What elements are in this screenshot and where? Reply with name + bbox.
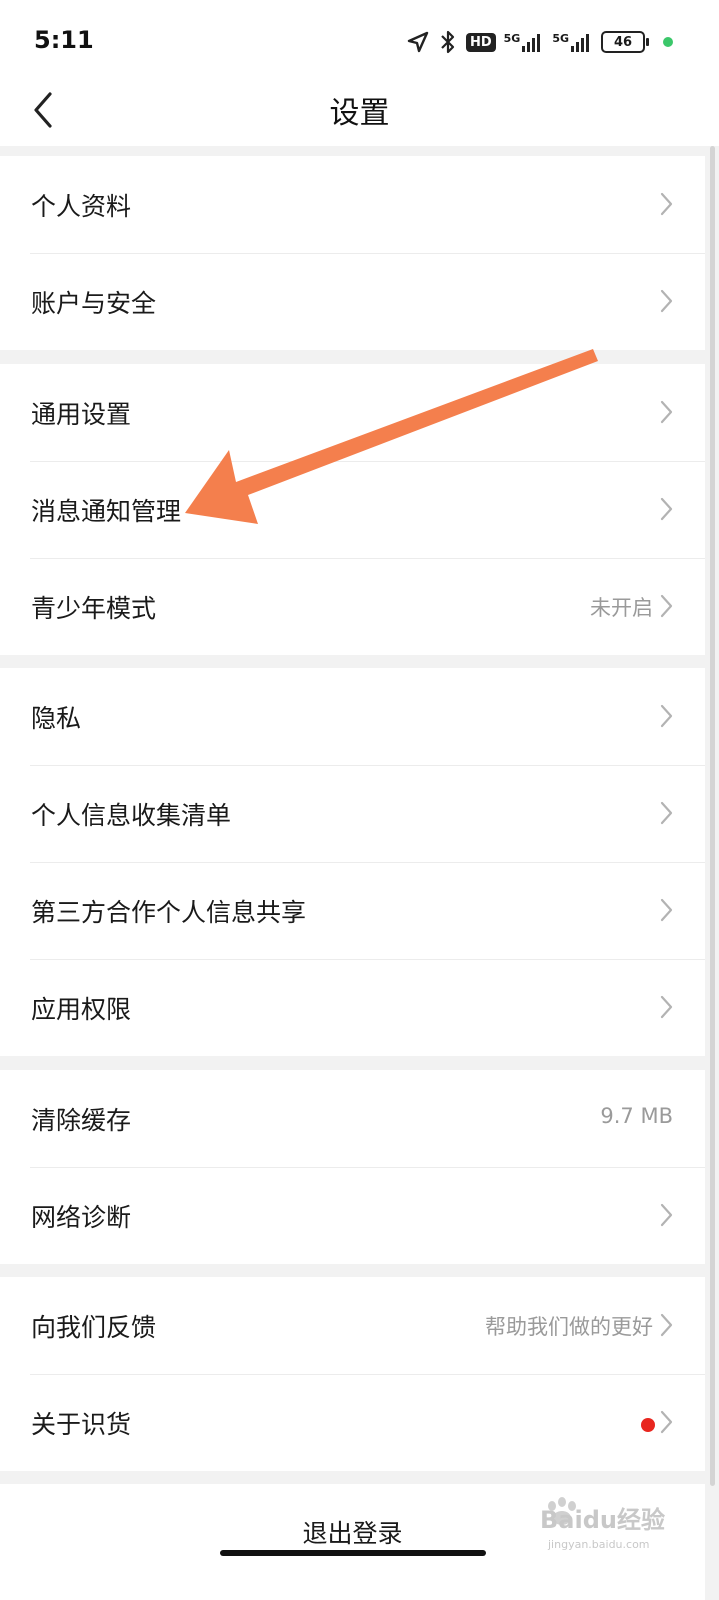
settings-row-teen-mode[interactable]: 青少年模式 未开启 bbox=[0, 558, 705, 655]
chevron-right-icon bbox=[660, 995, 673, 1019]
chevron-right-icon bbox=[660, 898, 673, 922]
settings-row-third-party-sharing[interactable]: 第三方合作个人信息共享 bbox=[0, 862, 705, 959]
page-title: 设置 bbox=[329, 96, 390, 131]
chevron-right-icon bbox=[660, 801, 673, 825]
status-bar: 5:11 HD 5G 5G 46 bbox=[0, 0, 719, 80]
row-label: 第三方合作个人信息共享 bbox=[31, 898, 307, 927]
settings-section-cache: 清除缓存 9.7 MB 网络诊断 bbox=[0, 1070, 705, 1264]
chevron-right-icon bbox=[660, 192, 673, 216]
nav-bar: 设置 bbox=[0, 80, 719, 146]
settings-section-general: 通用设置 消息通知管理 青少年模式 未开启 bbox=[0, 364, 705, 655]
row-label: 消息通知管理 bbox=[31, 497, 182, 526]
status-time: 5:11 bbox=[34, 26, 94, 54]
bluetooth-icon bbox=[441, 30, 455, 54]
feedback-hint: 帮助我们做的更好 bbox=[485, 1315, 653, 1339]
settings-row-notifications[interactable]: 消息通知管理 bbox=[0, 461, 705, 558]
cache-size: 9.7 MB bbox=[600, 1104, 673, 1128]
settings-section-profile: 个人资料 账户与安全 bbox=[0, 156, 705, 350]
settings-row-personal-info-list[interactable]: 个人信息收集清单 bbox=[0, 765, 705, 862]
battery-icon: 46 bbox=[601, 31, 649, 53]
scrollbar[interactable] bbox=[710, 146, 715, 1486]
row-label: 隐私 bbox=[31, 704, 82, 733]
settings-row-feedback[interactable]: 向我们反馈 帮助我们做的更好 bbox=[0, 1277, 705, 1374]
privacy-indicator-dot bbox=[663, 37, 673, 47]
signal-5g-icon: 5G bbox=[504, 32, 545, 52]
row-label: 关于识货 bbox=[31, 1410, 132, 1439]
row-label: 通用设置 bbox=[31, 400, 132, 429]
hd-voice-icon: HD bbox=[465, 32, 496, 52]
settings-row-about[interactable]: 关于识货 bbox=[0, 1374, 705, 1471]
location-arrow-icon bbox=[407, 31, 429, 53]
watermark-text: Baidu经验 bbox=[540, 1506, 665, 1534]
chevron-right-icon bbox=[660, 1313, 673, 1337]
new-badge-dot bbox=[641, 1418, 655, 1432]
chevron-right-icon bbox=[660, 1410, 673, 1434]
row-label: 应用权限 bbox=[31, 995, 132, 1024]
settings-row-app-permissions[interactable]: 应用权限 bbox=[0, 959, 705, 1056]
chevron-right-icon bbox=[660, 497, 673, 521]
teen-mode-status: 未开启 bbox=[590, 596, 653, 620]
row-label: 账户与安全 bbox=[31, 289, 157, 318]
chevron-right-icon bbox=[660, 594, 673, 618]
row-label: 个人资料 bbox=[31, 192, 132, 221]
settings-section-privacy: 隐私 个人信息收集清单 第三方合作个人信息共享 应用权限 bbox=[0, 668, 705, 1056]
chevron-right-icon bbox=[660, 704, 673, 728]
settings-row-general[interactable]: 通用设置 bbox=[0, 364, 705, 461]
settings-row-account-security[interactable]: 账户与安全 bbox=[0, 253, 705, 350]
settings-section-feedback: 向我们反馈 帮助我们做的更好 关于识货 bbox=[0, 1277, 705, 1471]
chevron-right-icon bbox=[660, 400, 673, 424]
row-label: 青少年模式 bbox=[31, 594, 157, 623]
battery-level: 46 bbox=[613, 34, 633, 50]
settings-row-profile[interactable]: 个人资料 bbox=[0, 156, 705, 253]
row-label: 个人信息收集清单 bbox=[31, 801, 232, 830]
settings-row-clear-cache[interactable]: 清除缓存 9.7 MB bbox=[0, 1070, 705, 1167]
status-icons: HD 5G 5G 46 bbox=[406, 28, 673, 56]
row-label: 清除缓存 bbox=[31, 1106, 132, 1135]
row-label: 向我们反馈 bbox=[31, 1313, 157, 1342]
chevron-right-icon bbox=[660, 289, 673, 313]
settings-row-privacy[interactable]: 隐私 bbox=[0, 668, 705, 765]
home-indicator bbox=[220, 1550, 486, 1556]
row-label: 网络诊断 bbox=[31, 1203, 132, 1232]
watermark-subtext: jingyan.baidu.com bbox=[548, 1538, 650, 1551]
chevron-right-icon bbox=[660, 1203, 673, 1227]
settings-row-network-diagnosis[interactable]: 网络诊断 bbox=[0, 1167, 705, 1264]
signal-5g-icon-2: 5G bbox=[552, 32, 593, 52]
